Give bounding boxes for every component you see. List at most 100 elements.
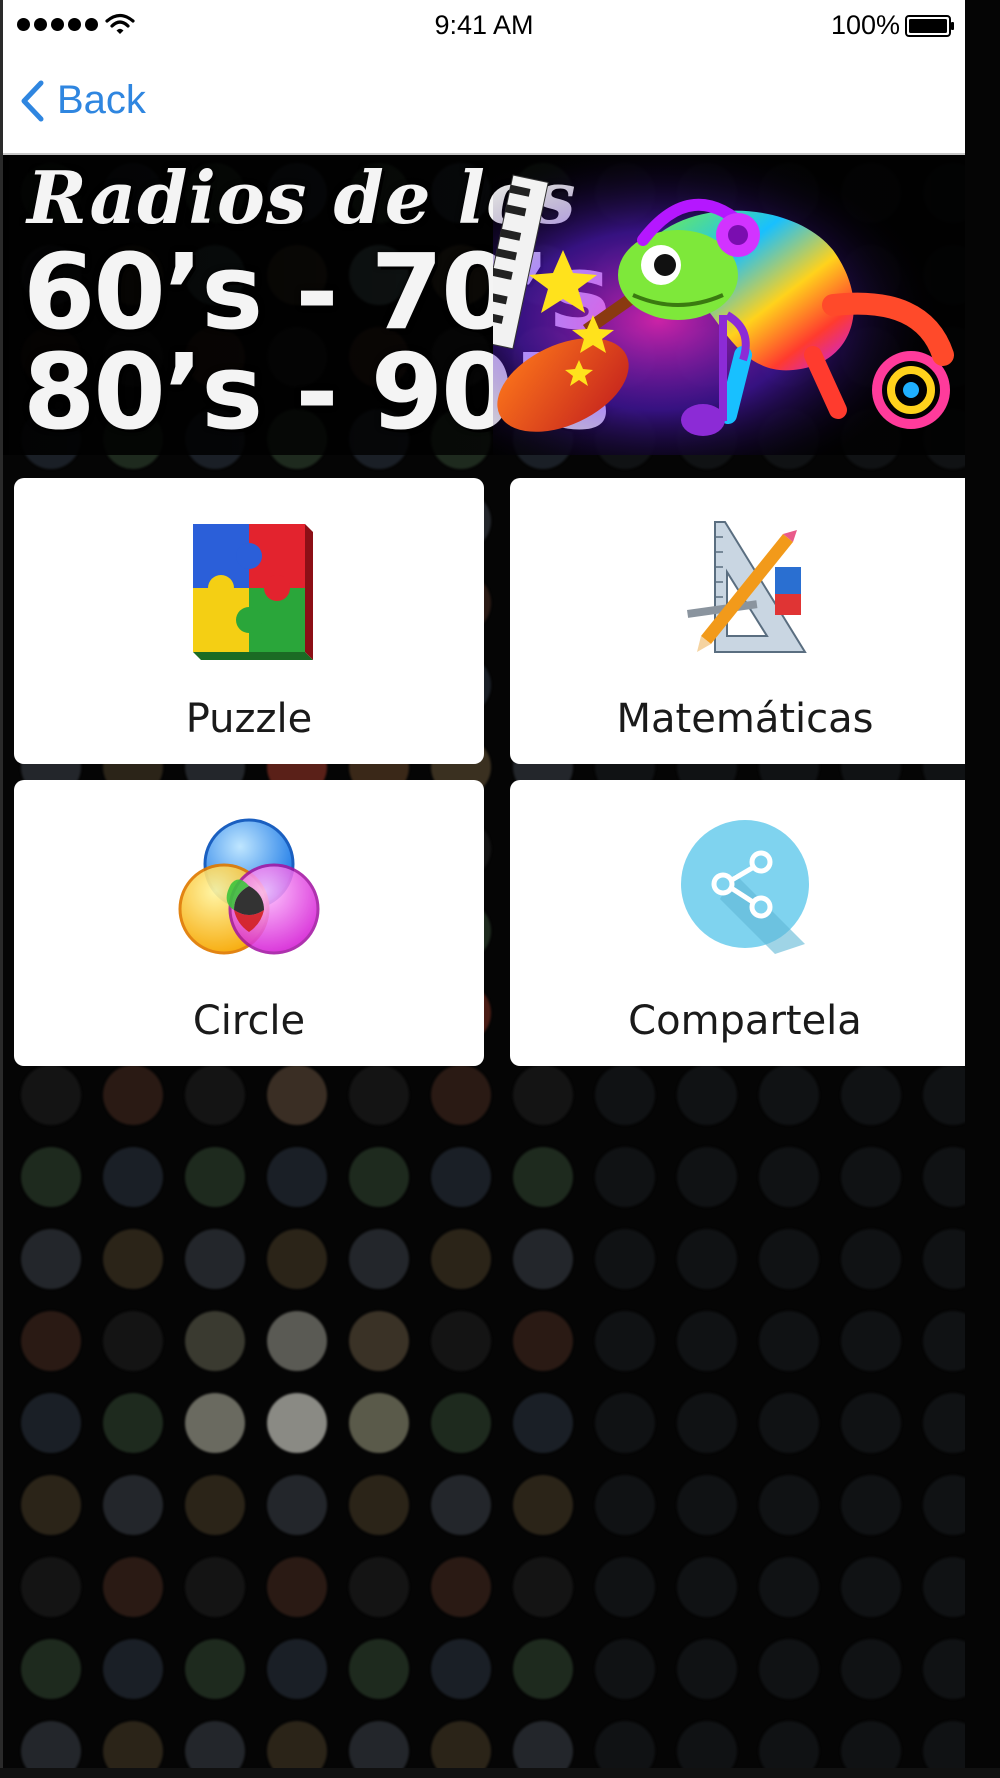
background-dot (595, 1721, 655, 1775)
background-dot (21, 1639, 81, 1699)
background-dot (21, 1229, 81, 1289)
background-dot (103, 1393, 163, 1453)
background-dot (595, 1639, 655, 1699)
background-dot (267, 1065, 327, 1125)
background-dot (185, 1475, 245, 1535)
background-dot (759, 1475, 819, 1535)
background-dot (513, 1393, 573, 1453)
background-dot (923, 1557, 965, 1617)
background-dot (185, 1393, 245, 1453)
background-dot (431, 1639, 491, 1699)
background-dot (103, 1475, 163, 1535)
background-dot (923, 1721, 965, 1775)
background-dot (677, 1475, 737, 1535)
background-dot (267, 1393, 327, 1453)
background-dot (349, 1475, 409, 1535)
tile-compartela[interactable]: Compartela (510, 780, 980, 1066)
puzzle-icon (193, 524, 313, 660)
background-dot (759, 1147, 819, 1207)
background-dot (595, 1557, 655, 1617)
background-dot (267, 1721, 327, 1775)
battery-percent: 100% (830, 10, 900, 40)
background-dot (185, 1639, 245, 1699)
share-icon (681, 820, 809, 954)
background-dot (349, 1065, 409, 1125)
background-dot (677, 1147, 737, 1207)
math-tools-icon (686, 521, 807, 653)
background-dot (677, 1065, 737, 1125)
device-frame-left (0, 0, 3, 1778)
status-time: 9:41 AM (434, 10, 534, 40)
background-dot (431, 1721, 491, 1775)
background-dot (595, 1393, 655, 1453)
background-dot (759, 1393, 819, 1453)
background-dot (759, 1557, 819, 1617)
background-dot (841, 1065, 901, 1125)
background-dot (21, 1557, 81, 1617)
background-dot (21, 1721, 81, 1775)
background-dot (677, 1229, 737, 1289)
background-dot (431, 1557, 491, 1617)
background-dot (759, 1311, 819, 1371)
background-dot (759, 1721, 819, 1775)
background-dot (841, 1229, 901, 1289)
tile-circle[interactable]: Circle (14, 780, 484, 1066)
background-dot (513, 1475, 573, 1535)
background-dot (267, 1311, 327, 1371)
battery-icon (905, 15, 954, 37)
background-dot (923, 1639, 965, 1699)
background-dot (349, 1639, 409, 1699)
back-label: Back (57, 78, 146, 122)
background-dot (677, 1557, 737, 1617)
radio-banner: Radios de los 60’s - 70’s 80’s - 90’s (3, 155, 965, 455)
background-dot (923, 1311, 965, 1371)
background-dot (431, 1393, 491, 1453)
background-dot (595, 1475, 655, 1535)
device-frame-bottom (0, 1768, 1000, 1778)
tile-matematicas[interactable]: Matemáticas (510, 478, 980, 764)
background-dot (841, 1311, 901, 1371)
navigation-bar: Back (3, 50, 965, 155)
background-dot (677, 1393, 737, 1453)
background-dot (185, 1065, 245, 1125)
background-dot (513, 1557, 573, 1617)
background-dot (103, 1311, 163, 1371)
background-dot (841, 1393, 901, 1453)
background-dot (103, 1639, 163, 1699)
background-dot (349, 1721, 409, 1775)
tile-label: Matemáticas (616, 696, 874, 742)
background-dot (759, 1229, 819, 1289)
background-dot (431, 1475, 491, 1535)
tile-label: Circle (192, 998, 306, 1044)
background-dot (431, 1147, 491, 1207)
background-dot (923, 1393, 965, 1453)
background-dot (185, 1147, 245, 1207)
background-dot (595, 1065, 655, 1125)
background-dot (923, 1229, 965, 1289)
back-button[interactable]: Back (19, 78, 146, 123)
background-dot (841, 1639, 901, 1699)
background-dot (595, 1147, 655, 1207)
background-dot (267, 1475, 327, 1535)
background-dot (21, 1147, 81, 1207)
background-dot (349, 1147, 409, 1207)
device-frame-right (965, 0, 1000, 1778)
background-dot (185, 1311, 245, 1371)
background-dot (185, 1557, 245, 1617)
background-dot (185, 1721, 245, 1775)
status-bar: 9:41 AM 100% (3, 0, 965, 50)
background-dot (841, 1721, 901, 1775)
background-dot (21, 1393, 81, 1453)
background-dot (349, 1229, 409, 1289)
background-dot (513, 1721, 573, 1775)
background-dot (103, 1557, 163, 1617)
background-dot (677, 1721, 737, 1775)
background-dot (349, 1557, 409, 1617)
background-dot (923, 1065, 965, 1125)
background-dot (267, 1147, 327, 1207)
background-dot (103, 1721, 163, 1775)
background-dot (267, 1229, 327, 1289)
background-dot (431, 1229, 491, 1289)
app-screen: 9:41 AM 100% Back Radios de los 60’s - 7… (0, 0, 1000, 1778)
tile-puzzle[interactable]: Puzzle (14, 478, 484, 764)
